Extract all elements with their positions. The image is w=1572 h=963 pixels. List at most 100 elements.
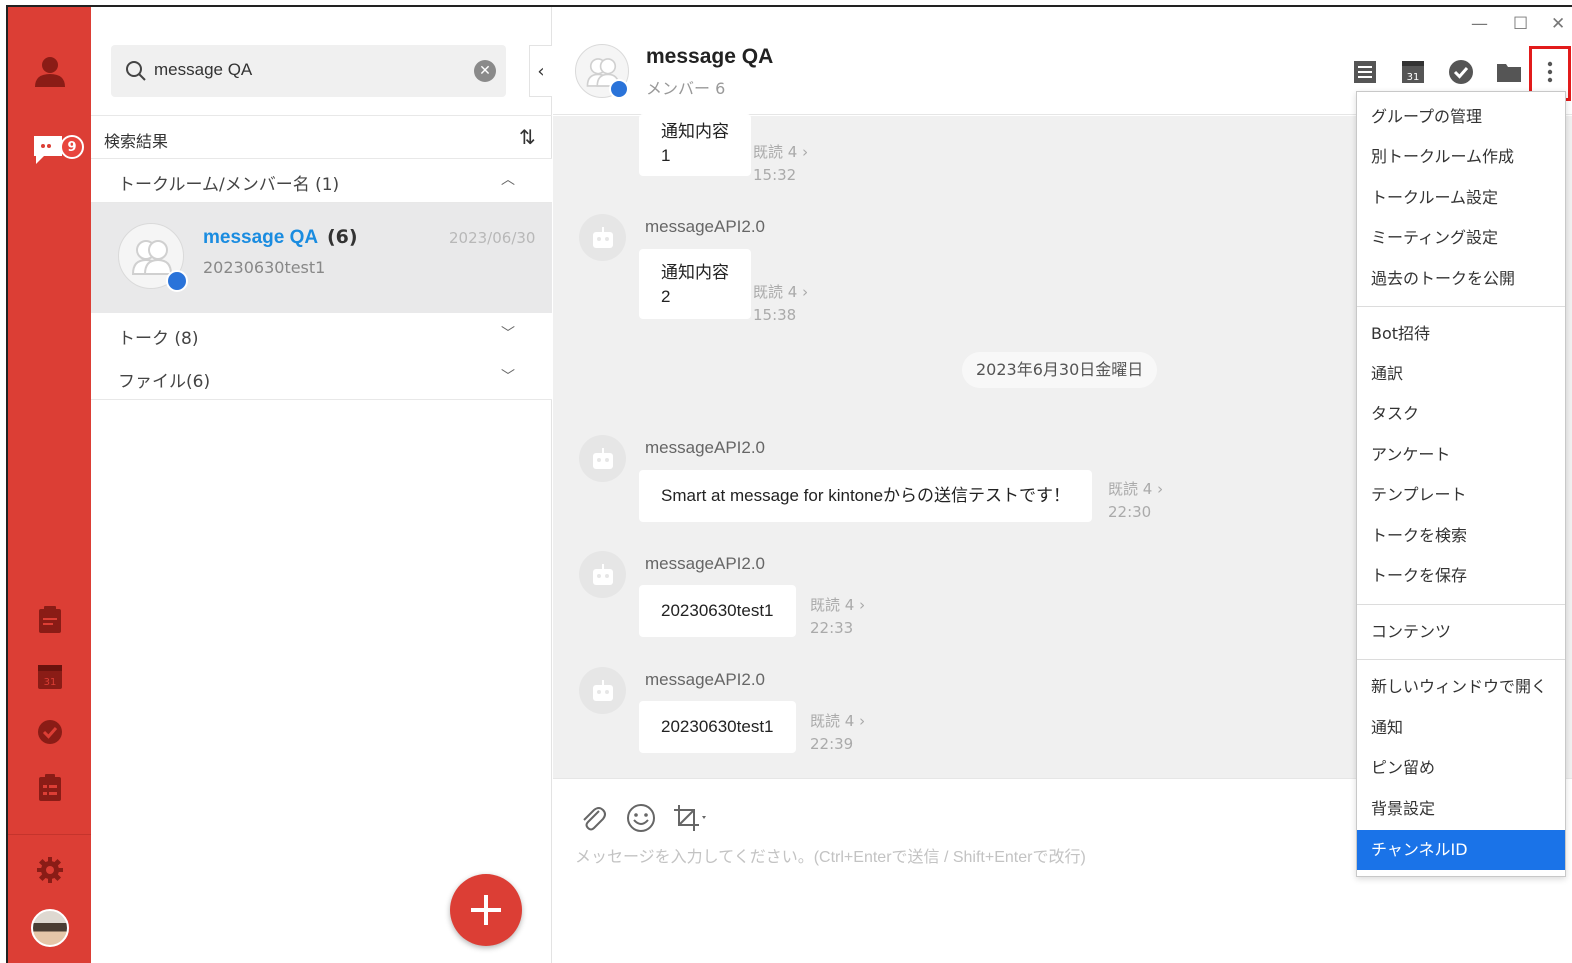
message-bubble[interactable]: 通知内容 2 [639,249,751,319]
chat-title: message QA [646,45,774,68]
results-title: 検索結果 [104,132,169,151]
bot-avatar [579,667,626,714]
close-icon[interactable]: ✕ [1551,14,1565,34]
message-text: 通知内容 [661,263,729,282]
bot-icon [592,679,613,701]
menu-item-contents[interactable]: コンテンツ [1357,613,1565,651]
message-time: 22:33 [810,619,854,637]
sender-name: messageAPI2.0 [645,217,766,236]
bot-avatar [579,435,626,482]
message-bubble[interactable]: Smart at message for kintoneからの送信テストです！ [639,470,1093,522]
sender-name: messageAPI2.0 [645,554,766,573]
search-panel: message QA ✕ ‹ 検索結果 ⇅ トークルーム/メンバー名 (1) ︿… [91,7,552,963]
menu-item-channel-id[interactable]: チャンネルID [1357,830,1565,870]
calendar-icon[interactable]: 31 [1400,59,1426,85]
message-text: 20230630test1 [661,717,774,736]
group-badge-icon [609,79,629,99]
menu-item-save-talk[interactable]: トークを保存 [1357,557,1565,595]
plus-icon [471,895,501,925]
search-input[interactable]: message QA ✕ [111,45,506,97]
menu-item-template[interactable]: テンプレート [1357,476,1565,514]
more-options-menu: グループの管理 別トークルーム作成 トークルーム設定 ミーティング設定 過去のト… [1356,91,1566,877]
section-rooms[interactable]: トークルーム/メンバー名 (1) ︿ [91,159,552,203]
message-text: Smart at message for kintoneからの送信テストです！ [661,486,1071,505]
read-count[interactable]: 既読 4 › [753,281,808,304]
message-text: 1 [661,146,671,165]
menu-item-room-settings[interactable]: トークルーム設定 [1357,179,1565,217]
menu-item-translate[interactable]: 通訳 [1357,355,1565,393]
read-count[interactable]: 既読 4 › [1108,478,1163,501]
task-check-icon[interactable] [1448,59,1474,85]
search-query: message QA [154,60,253,79]
svg-text:31: 31 [43,677,56,688]
read-count[interactable]: 既読 4 › [810,710,865,733]
clear-search-icon[interactable]: ✕ [474,60,496,82]
menu-item-open-new-window[interactable]: 新しいウィンドウで開く [1357,668,1565,706]
message-text: 20230630test1 [661,601,774,620]
message-meta: 既読 4 › 22:30 [1108,478,1163,524]
profile-icon[interactable] [8,51,91,91]
date-separator: 2023年6月30日金曜日 [962,352,1158,388]
menu-item-create-room[interactable]: 別トークルーム作成 [1357,138,1565,176]
menu-item-task[interactable]: タスク [1357,395,1565,433]
chevron-down-icon: ﹀ [501,326,515,342]
note-icon[interactable] [8,603,91,637]
menu-item-group-manage[interactable]: グループの管理 [1357,98,1565,136]
message-bubble[interactable]: 通知内容 1 [639,114,751,176]
new-chat-button[interactable] [450,874,522,946]
section-talks-label: トーク (8) [118,329,199,349]
calendar-icon[interactable]: 31 [8,659,91,693]
group-avatar [118,223,188,292]
sort-icon[interactable]: ⇅ [519,125,536,149]
menu-item-invite-bot[interactable]: Bot招待 [1357,315,1565,353]
survey-icon[interactable] [8,771,91,805]
read-count[interactable]: 既読 4 › [753,141,808,164]
user-avatar[interactable] [31,909,69,947]
section-rooms-label: トークルーム/メンバー名 (1) [118,175,340,195]
message-time: 15:38 [753,306,797,324]
attach-icon[interactable] [579,803,607,837]
chevron-down-icon: ﹀ [501,369,515,385]
menu-divider [1357,604,1565,605]
unread-badge: 9 [60,135,84,159]
message-time: 22:39 [810,735,854,753]
emoji-icon[interactable] [626,803,656,837]
group-badge-icon [166,270,188,292]
app-window: 9 31 message QA ✕ ‹ 検索結果 ⇅ トークルーム/メンバー名 … [0,0,1572,963]
bot-icon [592,226,613,248]
sender-name: messageAPI2.0 [645,438,766,457]
room-name: message QA [203,227,319,248]
rail-divider [8,834,91,835]
menu-divider [1357,306,1565,307]
message-time: 15:32 [753,166,797,184]
message-meta: 既読 4 › 15:38 [753,281,808,327]
group-avatar [575,44,629,99]
gear-icon[interactable] [8,853,91,887]
read-count[interactable]: 既読 4 › [810,594,865,617]
message-bubble[interactable]: 20230630test1 [639,701,796,753]
section-talks[interactable]: トーク (8) ﹀ [91,313,552,357]
task-check-icon[interactable] [8,715,91,749]
menu-item-pin[interactable]: ピン留め [1357,749,1565,787]
menu-item-background[interactable]: 背景設定 [1357,790,1565,828]
notes-icon[interactable] [1352,59,1378,85]
message-bubble[interactable]: 20230630test1 [639,585,796,637]
menu-item-search-talk[interactable]: トークを検索 [1357,517,1565,555]
maximize-icon[interactable]: ☐ [1513,14,1528,34]
message-meta: 既読 4 › 15:32 [753,141,808,187]
minimize-icon[interactable]: — [1471,14,1488,34]
message-meta: 既読 4 › 22:39 [810,710,865,756]
chevron-up-icon: ︿ [501,172,515,188]
menu-item-meeting-settings[interactable]: ミーティング設定 [1357,219,1565,257]
section-files[interactable]: ファイル(6) ﹀ [91,356,552,400]
sender-name: messageAPI2.0 [645,670,766,689]
message-meta: 既読 4 › 22:33 [810,594,865,640]
menu-item-survey[interactable]: アンケート [1357,436,1565,474]
menu-item-publish-history[interactable]: 過去のトークを公開 [1357,260,1565,298]
menu-item-notifications[interactable]: 通知 [1357,709,1565,747]
crop-icon[interactable] [673,803,709,837]
message-input-placeholder: メッセージを入力してください。(Ctrl+Enterで送信 / Shift+En… [575,849,1086,866]
room-result-item[interactable]: message QA (6) 2023/06/30 20230630test1 [91,203,552,313]
folder-icon[interactable] [1496,59,1522,85]
collapse-panel-button[interactable]: ‹ [529,45,552,97]
